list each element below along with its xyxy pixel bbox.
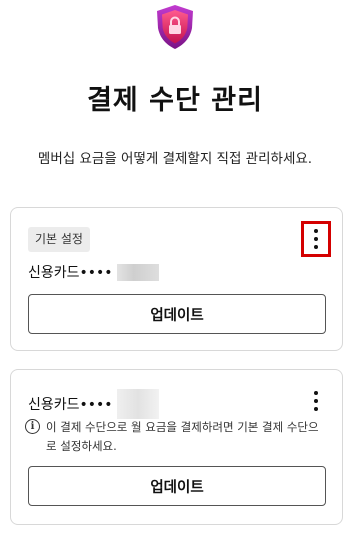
update-button[interactable]: 업데이트 [28, 294, 326, 334]
shield-lock-icon [155, 4, 195, 50]
payment-method-card: 신용카드•••• i 이 결제 수단으로 월 요금을 결제하려면 기본 결제 수… [10, 369, 343, 525]
page-subtitle: 멤버십 요금을 어떻게 결제할지 직접 관리하세요. [37, 151, 313, 167]
info-icon: i [25, 419, 40, 434]
info-text: 이 결제 수단으로 월 요금을 결제하려면 기본 결제 수단으로 설정하세요. [46, 420, 319, 453]
update-button[interactable]: 업데이트 [28, 466, 326, 506]
payment-method-card: 기본 설정 신용카드•••• 업데이트 [10, 207, 343, 351]
card-label-text: 신용카드•••• [28, 265, 113, 281]
more-options-button[interactable] [301, 383, 331, 419]
more-vertical-icon [314, 229, 318, 249]
card-label-text: 신용카드•••• [28, 397, 113, 413]
more-vertical-icon [314, 391, 318, 411]
masked-card-number [116, 389, 159, 419]
page-title: 결제 수단 관리 [87, 85, 263, 116]
masked-card-number [116, 263, 159, 281]
info-message: i 이 결제 수단으로 월 요금을 결제하려면 기본 결제 수단으로 설정하세요… [25, 418, 325, 456]
card-label: 신용카드•••• [28, 389, 159, 419]
card-label: 신용카드•••• [28, 262, 159, 282]
default-badge: 기본 설정 [28, 227, 90, 252]
more-options-button[interactable] [301, 221, 331, 257]
